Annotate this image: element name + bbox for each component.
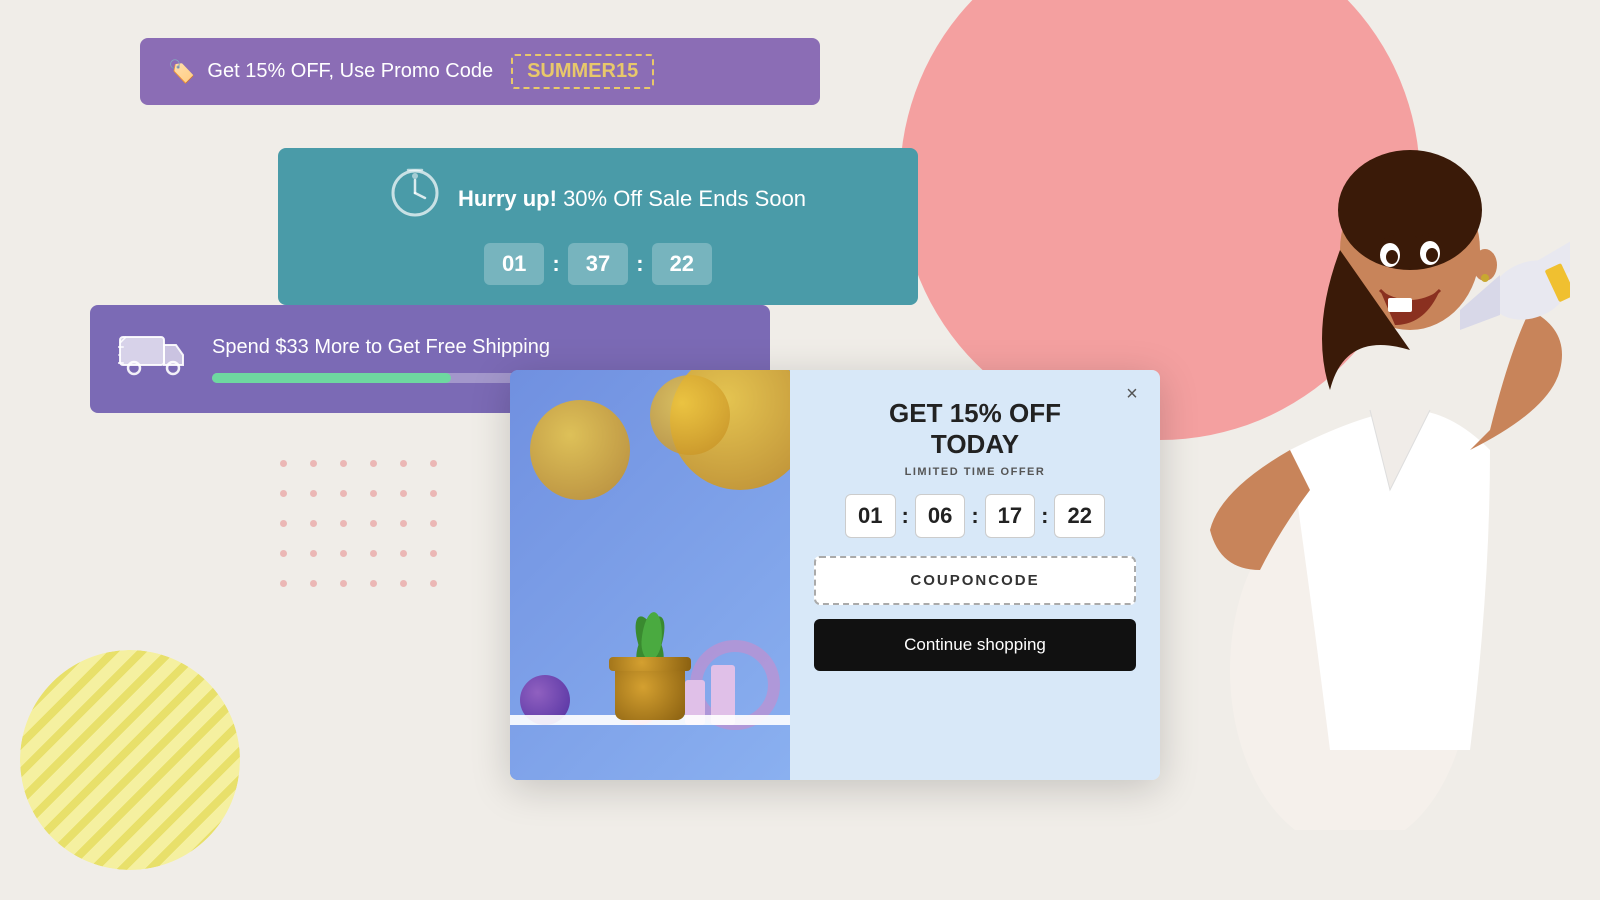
timer-seconds: 22 (652, 243, 712, 285)
modal-content-panel: × GET 15% OFF TODAY LIMITED TIME OFFER 0… (790, 370, 1160, 780)
modal-close-button[interactable]: × (1118, 380, 1146, 408)
promo-banner: 🏷️ Get 15% OFF, Use Promo Code SUMMER15 (140, 38, 820, 105)
gold-circle-medium (530, 400, 630, 500)
promo-code: SUMMER15 (511, 54, 654, 89)
discount-modal: × GET 15% OFF TODAY LIMITED TIME OFFER 0… (510, 370, 1160, 780)
timer-sep-1: : (552, 251, 559, 277)
modal-timer-seconds: 17 (985, 494, 1035, 538)
modal-timer-sep-1: : (902, 503, 909, 529)
countdown-text: Hurry up! 30% Off Sale Ends Soon (458, 186, 806, 212)
modal-title: GET 15% OFF TODAY (889, 398, 1061, 460)
progress-bar-fill (212, 373, 451, 383)
timer-minutes: 37 (568, 243, 628, 285)
countdown-timer: 01 : 37 : 22 (484, 243, 712, 285)
gold-circle-small (650, 375, 730, 455)
modal-countdown-timer: 01 : 06 : 17 : 22 (845, 494, 1105, 538)
countdown-banner: Hurry up! 30% Off Sale Ends Soon 01 : 37… (278, 148, 918, 305)
modal-timer-sep-3: : (1041, 503, 1048, 529)
truck-icon (118, 325, 188, 393)
timer-hours: 01 (484, 243, 544, 285)
timer-sep-2: : (636, 251, 643, 277)
modal-timer-milliseconds: 22 (1054, 494, 1104, 538)
clock-icon (390, 168, 440, 229)
modal-subtitle: LIMITED TIME OFFER (905, 466, 1046, 478)
modal-timer-hours: 01 (845, 494, 895, 538)
dot-grid-decoration (280, 460, 448, 598)
shipping-text: Spend $33 More to Get Free Shipping (212, 336, 742, 359)
modal-image-panel (510, 370, 790, 780)
yellow-stripe-decoration (20, 650, 240, 870)
woman-image-area (1100, 0, 1600, 900)
tag-icon: 🏷️ (168, 59, 195, 85)
coupon-code-display[interactable]: COUPONCODE (814, 556, 1136, 605)
modal-timer-minutes: 06 (915, 494, 965, 538)
promo-text: Get 15% OFF, Use Promo Code (207, 60, 493, 83)
modal-timer-sep-2: : (971, 503, 978, 529)
plant-decoration (615, 580, 685, 720)
continue-shopping-button[interactable]: Continue shopping (814, 619, 1136, 671)
